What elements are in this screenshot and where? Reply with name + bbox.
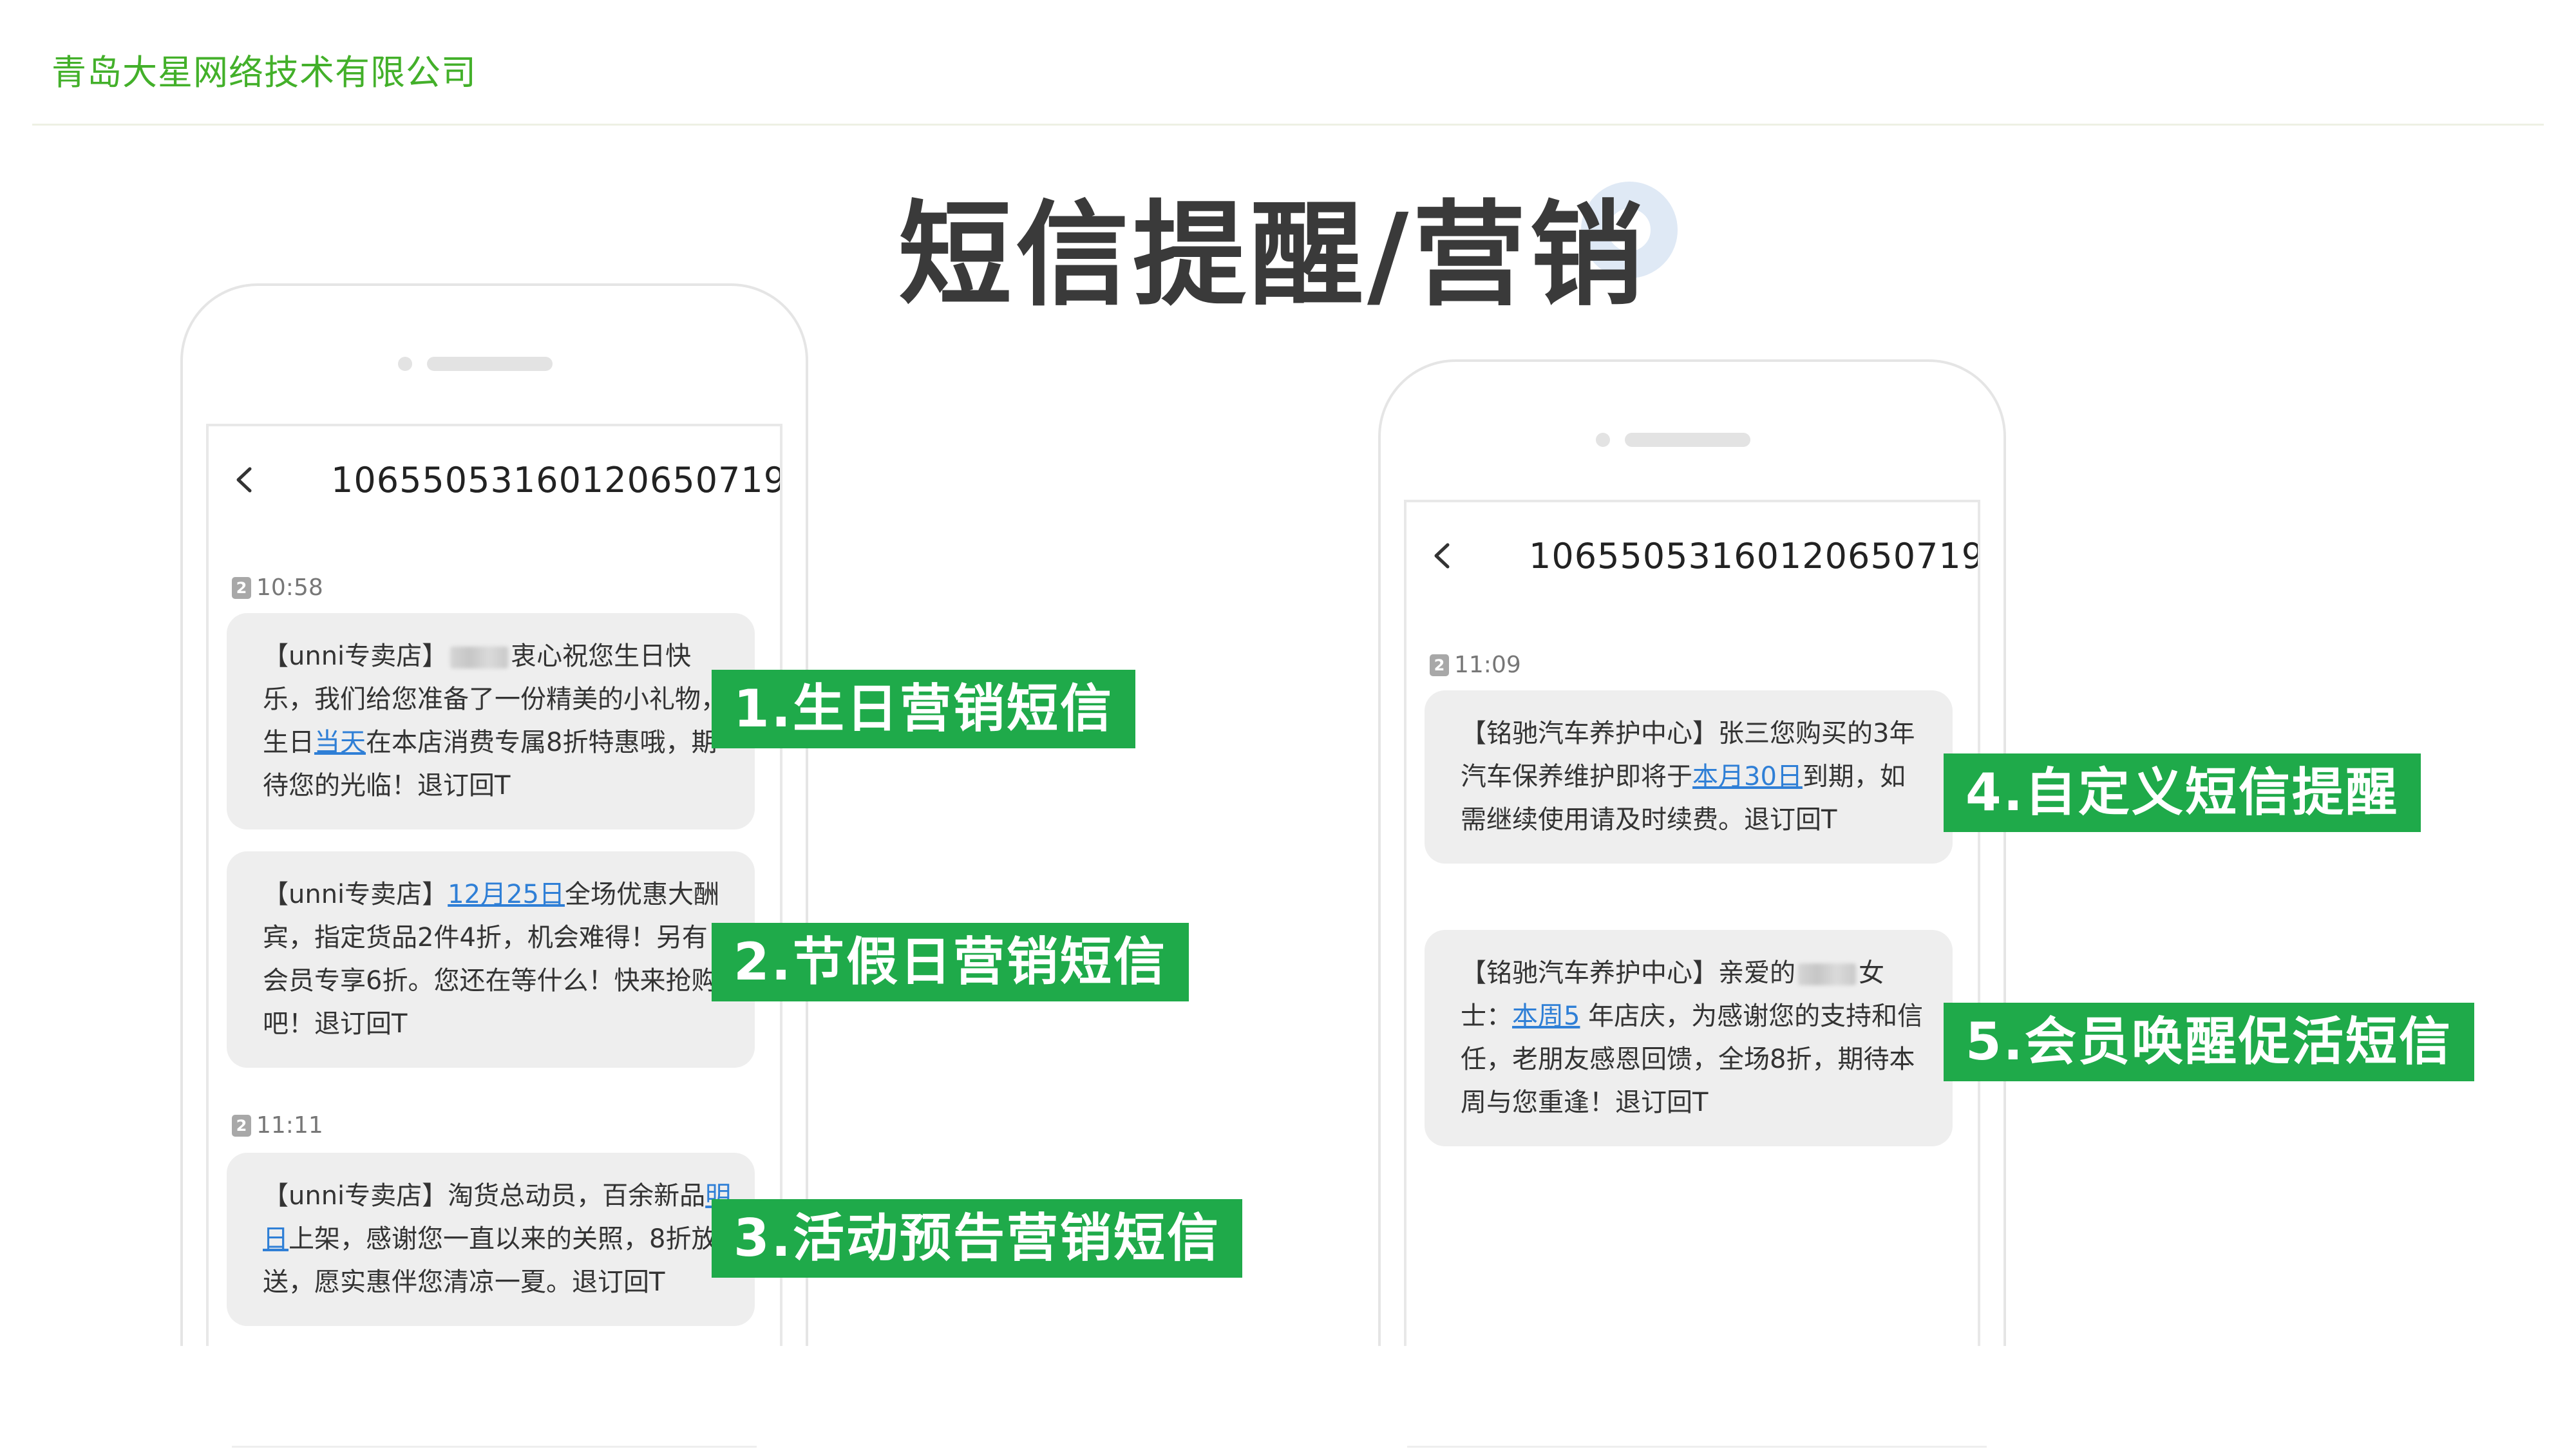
message-timestamp: 2 11:11 — [232, 1112, 323, 1139]
phone-camera — [1595, 433, 1789, 447]
timestamp-text: 10:58 — [256, 574, 323, 601]
tag-holiday-sms: 2.节假日营销短信 — [712, 923, 1189, 1001]
conversation-header: 10655053160120650719 — [209, 426, 780, 529]
camera-dot — [397, 357, 412, 371]
message-bubble-event[interactable]: 【unni专卖店】淘货总动员，百余新品明日上架，感谢您一直以来的关照，8折放送，… — [227, 1153, 755, 1326]
message-text: 【unni专卖店】 — [263, 641, 448, 671]
speaker-slot — [1624, 433, 1750, 447]
tag-custom-reminder-sms: 4.自定义短信提醒 — [1944, 753, 2421, 832]
date-link[interactable]: 本周5 — [1512, 1001, 1580, 1031]
sender-number: 10655053160120650719 — [1529, 536, 1980, 576]
sim-badge-icon: 2 — [232, 1114, 251, 1137]
message-timestamp: 2 11:09 — [1430, 652, 1521, 678]
message-bubble-renewal[interactable]: 【铭驰汽车养护中心】张三您购买的3年汽车保养维护即将于本月30日到期，如需继续使… — [1425, 690, 1953, 864]
sim-badge-icon: 2 — [232, 576, 251, 599]
left-phone-screen: 10655053160120650719 2 10:58 【unni专卖店】 衷心… — [206, 424, 782, 1346]
message-text: 上架，感谢您一直以来的关照，8折放送，愿实惠伴您清凉一夏。退订回T — [263, 1224, 717, 1297]
tag-birthday-sms: 1.生日营销短信 — [712, 670, 1136, 748]
divider — [232, 1446, 757, 1448]
right-phone-mockup: 10655053160120650719 2 11:09 【铭驰汽车养护中心】张… — [1378, 359, 2006, 1346]
message-text: 【unni专卖店】 — [263, 880, 448, 909]
tag-member-reactivation-sms: 5.会员唤醒促活短信 — [1944, 1003, 2475, 1081]
timestamp-text: 11:11 — [256, 1112, 323, 1139]
date-link[interactable]: 12月25日 — [448, 880, 565, 909]
sender-number: 10655053160120650719 — [331, 460, 782, 500]
message-bubble-member[interactable]: 【铭驰汽车养护中心】亲爱的 女士：本周5 年店庆，为感谢您的支持和信任，老朋友感恩… — [1425, 930, 1953, 1146]
message-bubble-holiday[interactable]: 【unni专卖店】12月25日全场优惠大酬宾，指定货品2件4折，机会难得！另有会… — [227, 851, 755, 1068]
right-phone-screen: 10655053160120650719 2 11:09 【铭驰汽车养护中心】张… — [1404, 500, 1980, 1346]
conversation-header: 10655053160120650719 — [1406, 502, 1978, 605]
back-chevron-icon[interactable] — [228, 464, 260, 496]
tag-event-sms: 3.活动预告营销短信 — [712, 1199, 1243, 1278]
left-phone-mockup: 10655053160120650719 2 10:58 【unni专卖店】 衷心… — [180, 283, 808, 1346]
sim-badge-icon: 2 — [1430, 654, 1449, 676]
header-divider — [32, 124, 2544, 126]
message-timestamp: 2 10:58 — [232, 574, 323, 601]
timestamp-text: 11:09 — [1454, 652, 1521, 678]
page-title: 短信提醒/营销 — [898, 189, 1647, 321]
date-link[interactable]: 当天 — [314, 728, 366, 757]
message-bubble-birthday[interactable]: 【unni专卖店】 衷心祝您生日快乐，我们给您准备了一份精美的小礼物，生日当天在本… — [227, 613, 755, 829]
redacted-name — [450, 647, 509, 668]
redacted-name — [1798, 963, 1856, 985]
speaker-slot — [426, 357, 553, 371]
date-link[interactable]: 本月30日 — [1692, 762, 1803, 791]
camera-dot — [1595, 433, 1610, 447]
message-text: 【铭驰汽车养护中心】亲爱的 — [1461, 958, 1795, 988]
divider — [1407, 1446, 1987, 1448]
message-text: 【unni专卖店】淘货总动员，百余新品 — [263, 1181, 706, 1211]
back-chevron-icon[interactable] — [1426, 540, 1458, 572]
phone-camera — [397, 357, 591, 371]
company-name: 青岛大星网络技术有限公司 — [52, 52, 477, 93]
